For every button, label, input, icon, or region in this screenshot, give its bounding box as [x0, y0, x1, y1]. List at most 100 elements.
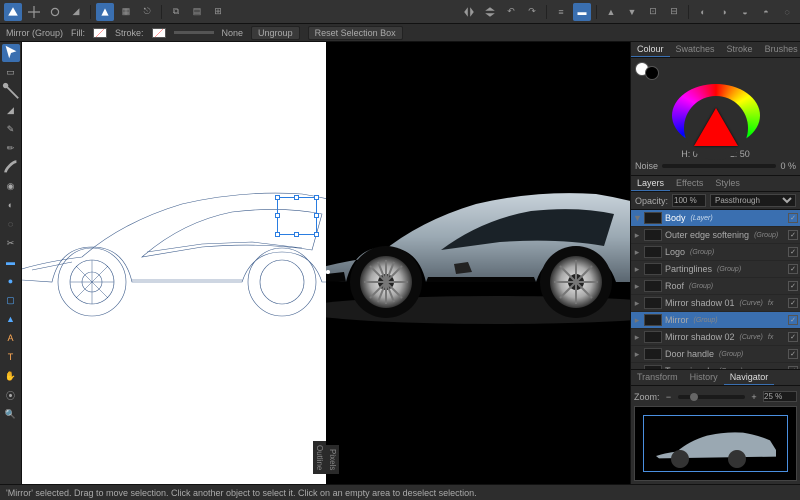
tab-styles[interactable]: Styles: [709, 176, 746, 191]
tab-transform[interactable]: Transform: [631, 370, 684, 385]
bool-xor-icon[interactable]: ◓: [757, 3, 775, 21]
visibility-toggle[interactable]: ✓: [788, 281, 798, 291]
export-persona-icon[interactable]: ⎋: [138, 3, 156, 21]
bool-sub-icon[interactable]: ◑: [715, 3, 733, 21]
canvas[interactable]: Outline Pixels: [22, 42, 630, 484]
disclosure-icon[interactable]: ▸: [633, 332, 641, 343]
hand-tool[interactable]: ✋: [2, 367, 20, 385]
zoom-in-button[interactable]: +: [749, 392, 759, 402]
disclosure-icon[interactable]: ▸: [633, 264, 641, 275]
zoom-input[interactable]: [763, 391, 797, 402]
guide-icon[interactable]: ⊞: [209, 3, 227, 21]
pixel-persona-icon[interactable]: ▦: [117, 3, 135, 21]
layer-row[interactable]: ▸Roof(Group)✓: [631, 278, 800, 295]
tab-swatches[interactable]: Swatches: [670, 42, 721, 57]
colour-wheel[interactable]: [672, 84, 760, 147]
visibility-toggle[interactable]: ✓: [788, 315, 798, 325]
visibility-toggle[interactable]: ✓: [788, 230, 798, 240]
rounded-rect-tool[interactable]: ▢: [2, 291, 20, 309]
vector-persona-icon[interactable]: [96, 3, 114, 21]
artboard-tool[interactable]: ▭: [2, 63, 20, 81]
zoom-slider[interactable]: [678, 395, 745, 399]
tab-colour[interactable]: Colour: [631, 42, 670, 57]
fill-tool[interactable]: ◉: [2, 177, 20, 195]
disclosure-icon[interactable]: ▸: [633, 247, 641, 258]
disclosure-icon[interactable]: ▸: [633, 366, 641, 370]
stroke-swatch[interactable]: [152, 28, 166, 38]
colour-picker-tool[interactable]: ⦿: [2, 386, 20, 404]
layer-row[interactable]: ▸Partinglines(Group)✓: [631, 261, 800, 278]
fill-swatch[interactable]: [93, 28, 107, 38]
visibility-toggle[interactable]: ✓: [788, 264, 798, 274]
visibility-toggle[interactable]: ✓: [788, 247, 798, 257]
tab-history[interactable]: History: [684, 370, 724, 385]
disclosure-icon[interactable]: ▸: [633, 315, 641, 326]
zoom-tool[interactable]: 🔍: [2, 405, 20, 423]
layer-row[interactable]: ▸Logo(Group)✓: [631, 244, 800, 261]
tab-layers[interactable]: Layers: [631, 176, 670, 191]
tab-brushes[interactable]: Brushes: [759, 42, 800, 57]
outline-view[interactable]: Outline: [22, 42, 326, 484]
move-back-icon[interactable]: ▼: [623, 3, 641, 21]
bool-div-icon[interactable]: ◌: [778, 3, 796, 21]
rotate-r-icon[interactable]: ↷: [523, 3, 541, 21]
disclosure-icon[interactable]: ▸: [633, 230, 641, 241]
rotate-l-icon[interactable]: ↶: [502, 3, 520, 21]
stroke-width-slider[interactable]: [174, 31, 214, 34]
snap-icon[interactable]: ⧉: [167, 3, 185, 21]
ungroup-button[interactable]: Ungroup: [251, 26, 300, 40]
selection-bounding-box[interactable]: [277, 197, 317, 235]
node-tool-icon[interactable]: [46, 3, 64, 21]
triangle-tool[interactable]: ▲: [2, 310, 20, 328]
move-tool[interactable]: [2, 44, 20, 62]
tab-effects[interactable]: Effects: [670, 176, 709, 191]
layer-row[interactable]: ▸Turn signals(Group)✓: [631, 363, 800, 369]
layer-row[interactable]: ▸Mirror(Group)✓: [631, 312, 800, 329]
disclosure-icon[interactable]: ▸: [633, 281, 641, 292]
shape-tool[interactable]: ▬: [2, 253, 20, 271]
pencil-tool[interactable]: ✏: [2, 139, 20, 157]
tab-navigator[interactable]: Navigator: [724, 370, 775, 385]
pen-tool[interactable]: ✎: [2, 120, 20, 138]
layer-root[interactable]: ▼ Body (Layer) ✓: [631, 210, 800, 227]
blend-mode-select[interactable]: Passthrough: [710, 194, 796, 207]
ungroup-icon[interactable]: ⊟: [665, 3, 683, 21]
flip-v-icon[interactable]: [481, 3, 499, 21]
crop-tool[interactable]: ✂: [2, 234, 20, 252]
tab-stroke[interactable]: Stroke: [721, 42, 759, 57]
bool-int-icon[interactable]: ◒: [736, 3, 754, 21]
flip-h-icon[interactable]: [460, 3, 478, 21]
align-icon[interactable]: ≡: [552, 3, 570, 21]
text-frame-tool[interactable]: T: [2, 348, 20, 366]
order-icon[interactable]: ▬: [573, 3, 591, 21]
visibility-toggle[interactable]: ✓: [788, 298, 798, 308]
secondary-colour-well[interactable]: [645, 66, 659, 80]
node-tool[interactable]: [2, 82, 20, 100]
brush-tool[interactable]: [2, 158, 20, 176]
grid-icon[interactable]: ▤: [188, 3, 206, 21]
transparency-tool[interactable]: ◌: [2, 215, 20, 233]
opacity-input[interactable]: [672, 194, 706, 207]
disclosure-icon[interactable]: ▸: [633, 349, 641, 360]
reset-selection-button[interactable]: Reset Selection Box: [308, 26, 403, 40]
corner-tool[interactable]: ◢: [2, 101, 20, 119]
pixel-view[interactable]: Pixels: [326, 42, 630, 484]
navigator-preview[interactable]: [634, 406, 797, 481]
layer-row[interactable]: ▸Outer edge softening(Group)✓: [631, 227, 800, 244]
visibility-toggle[interactable]: ✓: [788, 332, 798, 342]
navigator-viewport-box[interactable]: [643, 415, 788, 472]
corner-tool-icon[interactable]: ◢: [67, 3, 85, 21]
zoom-out-button[interactable]: −: [664, 392, 674, 402]
layer-row[interactable]: ▸Mirror shadow 02(Curve)fx✓: [631, 329, 800, 346]
layer-row[interactable]: ▸Mirror shadow 01(Curve)fx✓: [631, 295, 800, 312]
group-icon[interactable]: ⊡: [644, 3, 662, 21]
outline-tab[interactable]: Outline: [313, 441, 326, 474]
visibility-toggle[interactable]: ✓: [788, 366, 798, 369]
bool-add-icon[interactable]: ◐: [694, 3, 712, 21]
move-tool-icon[interactable]: [25, 3, 43, 21]
visibility-toggle[interactable]: ✓: [788, 349, 798, 359]
pixels-tab[interactable]: Pixels: [326, 445, 339, 474]
layer-row[interactable]: ▸Door handle(Group)✓: [631, 346, 800, 363]
text-tool[interactable]: A: [2, 329, 20, 347]
visibility-toggle[interactable]: ✓: [788, 213, 798, 223]
